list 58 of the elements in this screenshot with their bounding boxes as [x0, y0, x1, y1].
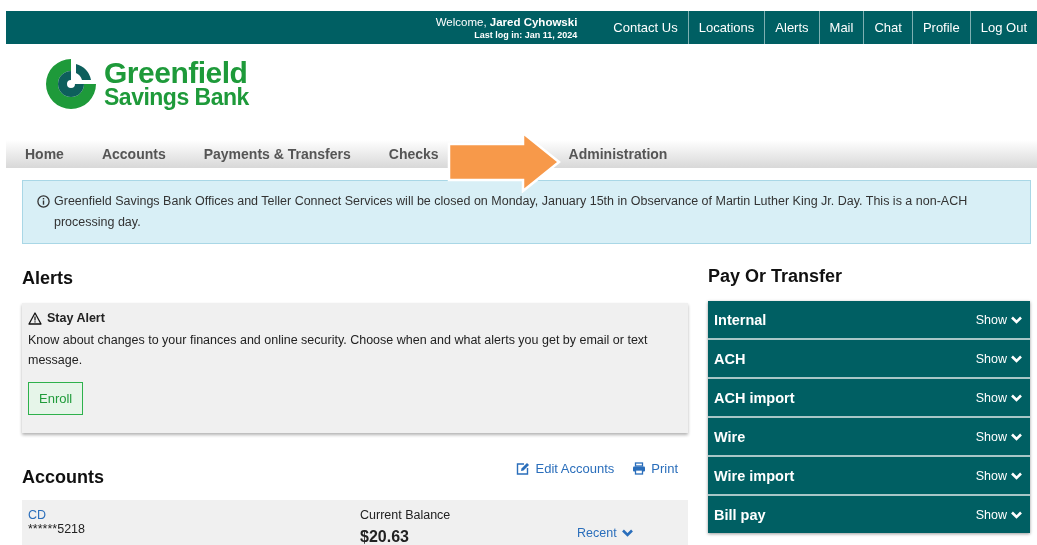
show-toggle[interactable]: Show: [975, 312, 1022, 327]
chevron-down-icon: [1011, 471, 1022, 480]
show-toggle[interactable]: Show: [975, 429, 1022, 444]
accordion-header[interactable]: ACH Show: [708, 340, 1030, 379]
last-login-text: Last log in: Jan 11, 2024: [474, 29, 578, 40]
show-toggle[interactable]: Show: [975, 507, 1022, 522]
top-link[interactable]: Locations: [687, 11, 765, 44]
card-text: Know about changes to your finances and online security. Choose when and what alerts you get by email or text message.: [28, 332, 649, 369]
accordion-header[interactable]: ACH import Show: [708, 379, 1030, 418]
chevron-down-icon: [1011, 393, 1022, 402]
chevron-down-icon: [1011, 315, 1022, 324]
accordion-header[interactable]: Internal Show: [708, 301, 1030, 340]
chevron-down-icon: [1011, 510, 1022, 519]
section-heading: Alerts: [22, 268, 75, 289]
account-number: ******5218: [28, 522, 85, 536]
edit-icon: [516, 462, 531, 475]
warning-icon: [28, 311, 42, 325]
top-link[interactable]: Alerts: [764, 11, 819, 44]
section-heading: Pay Or Transfer: [708, 266, 844, 287]
recent-dropdown[interactable]: Recent: [577, 526, 682, 540]
card-title: Stay Alert: [47, 311, 105, 325]
chevron-down-icon: [1011, 432, 1022, 441]
notice-text: Greenfield Savings Bank Offices and Teller Connect Services will be closed on Monday, January 15th in Observance of Martin Luther King Jr. Day. This is a non-ACH processing day.: [54, 193, 969, 231]
nav-item[interactable]: Checks: [388, 146, 439, 162]
show-toggle[interactable]: Show: [975, 351, 1022, 366]
chevron-down-icon: [1011, 354, 1022, 363]
top-link[interactable]: Profile: [911, 11, 970, 44]
show-toggle[interactable]: Show: [975, 390, 1022, 405]
accordion-title: ACH: [714, 350, 746, 367]
logo-text: Savings Bank: [104, 87, 249, 110]
nav-item[interactable]: Home: [25, 146, 64, 162]
info-icon: [37, 195, 50, 208]
accordion-header[interactable]: Wire Show: [708, 418, 1030, 457]
top-link[interactable]: Log Out: [969, 11, 1037, 44]
edit-accounts-link[interactable]: Edit Accounts: [516, 461, 615, 476]
accordion-title: Wire import: [714, 467, 795, 484]
welcome-text: Welcome, Jared Cyhowski: [435, 15, 578, 28]
accordion-title: Internal: [714, 311, 767, 328]
nav-item[interactable]: Accounts: [101, 146, 166, 162]
print-link[interactable]: Print: [632, 461, 678, 476]
printer-icon: [632, 462, 647, 475]
chevron-down-icon: [621, 529, 633, 537]
balance-amount: $20.63: [360, 528, 410, 545]
top-link[interactable]: Mail: [818, 11, 864, 44]
nav-item[interactable]: Administration: [568, 146, 668, 162]
logo-text: Greenfield: [104, 58, 248, 88]
accordion-header[interactable]: Bill pay Show: [708, 496, 1030, 533]
show-toggle[interactable]: Show: [975, 468, 1022, 483]
top-link[interactable]: Contact Us: [603, 11, 688, 44]
top-link[interactable]: Chat: [863, 11, 912, 44]
nav-item[interactable]: Payments & Transfers: [203, 146, 351, 162]
accordion-header[interactable]: Wire import Show: [708, 457, 1030, 496]
section-heading: Accounts: [22, 467, 104, 488]
account-name-link[interactable]: CD: [28, 508, 47, 522]
balance-label: Current Balance: [360, 508, 451, 522]
accordion-title: ACH import: [714, 389, 795, 406]
accordion-title: Wire: [714, 428, 746, 445]
accordion-title: Bill pay: [714, 506, 766, 523]
